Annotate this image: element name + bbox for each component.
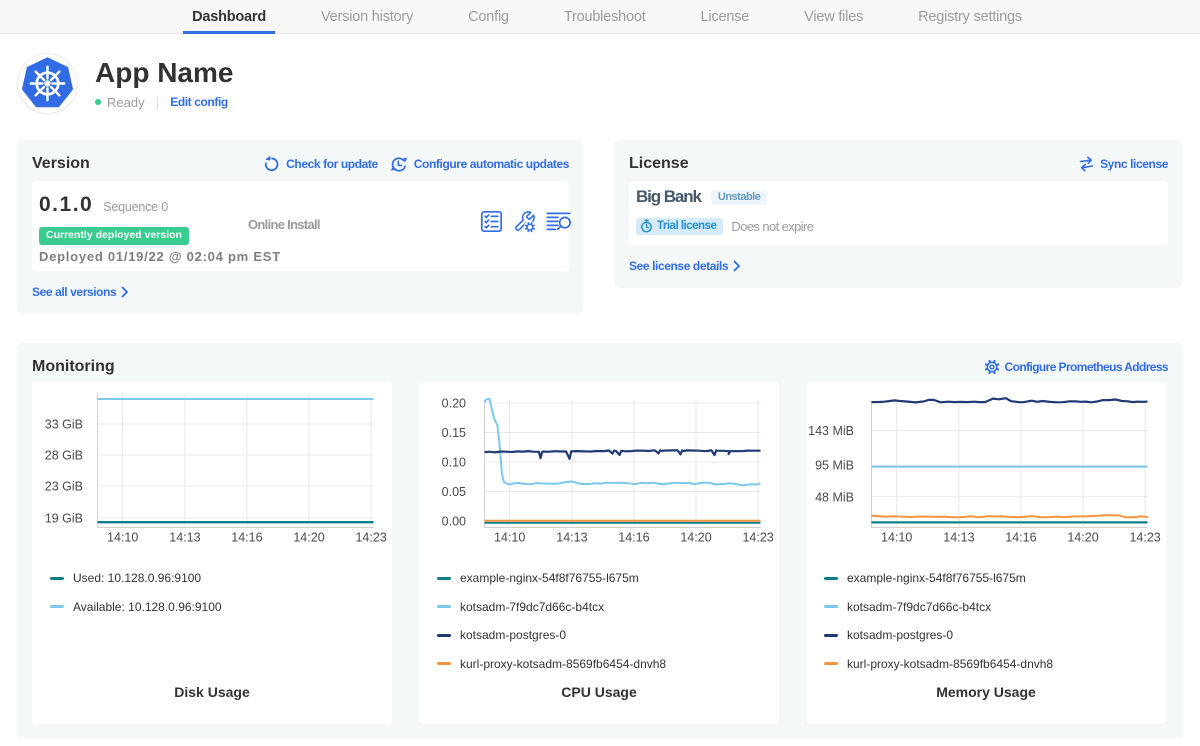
svg-text:14:13: 14:13 (169, 531, 200, 545)
svg-text:14:23: 14:23 (355, 531, 386, 545)
svg-text:0.05: 0.05 (442, 485, 466, 499)
svg-text:14:23: 14:23 (742, 531, 773, 545)
svg-text:14:10: 14:10 (107, 531, 138, 545)
svg-text:28 GiB: 28 GiB (45, 449, 83, 463)
svg-text:14:16: 14:16 (1005, 531, 1036, 545)
svg-text:0.10: 0.10 (442, 456, 466, 470)
svg-text:14:13: 14:13 (943, 531, 974, 545)
svg-text:48 MiB: 48 MiB (815, 490, 854, 504)
svg-text:14:20: 14:20 (293, 531, 324, 545)
svg-text:14:13: 14:13 (556, 531, 587, 545)
svg-text:14:10: 14:10 (494, 531, 525, 545)
svg-text:14:16: 14:16 (618, 531, 649, 545)
svg-text:14:16: 14:16 (231, 531, 262, 545)
svg-text:143 MiB: 143 MiB (808, 424, 854, 438)
svg-text:95 MiB: 95 MiB (815, 459, 854, 473)
svg-text:33 GiB: 33 GiB (45, 418, 83, 432)
svg-text:14:10: 14:10 (881, 531, 912, 545)
svg-text:0.20: 0.20 (442, 397, 466, 411)
svg-text:23 GiB: 23 GiB (45, 480, 83, 494)
svg-text:0.00: 0.00 (442, 515, 466, 529)
svg-text:14:20: 14:20 (1067, 531, 1098, 545)
svg-text:14:23: 14:23 (1129, 531, 1160, 545)
svg-text:0.15: 0.15 (442, 426, 466, 440)
svg-text:14:20: 14:20 (680, 531, 711, 545)
svg-text:19 GiB: 19 GiB (45, 512, 83, 526)
